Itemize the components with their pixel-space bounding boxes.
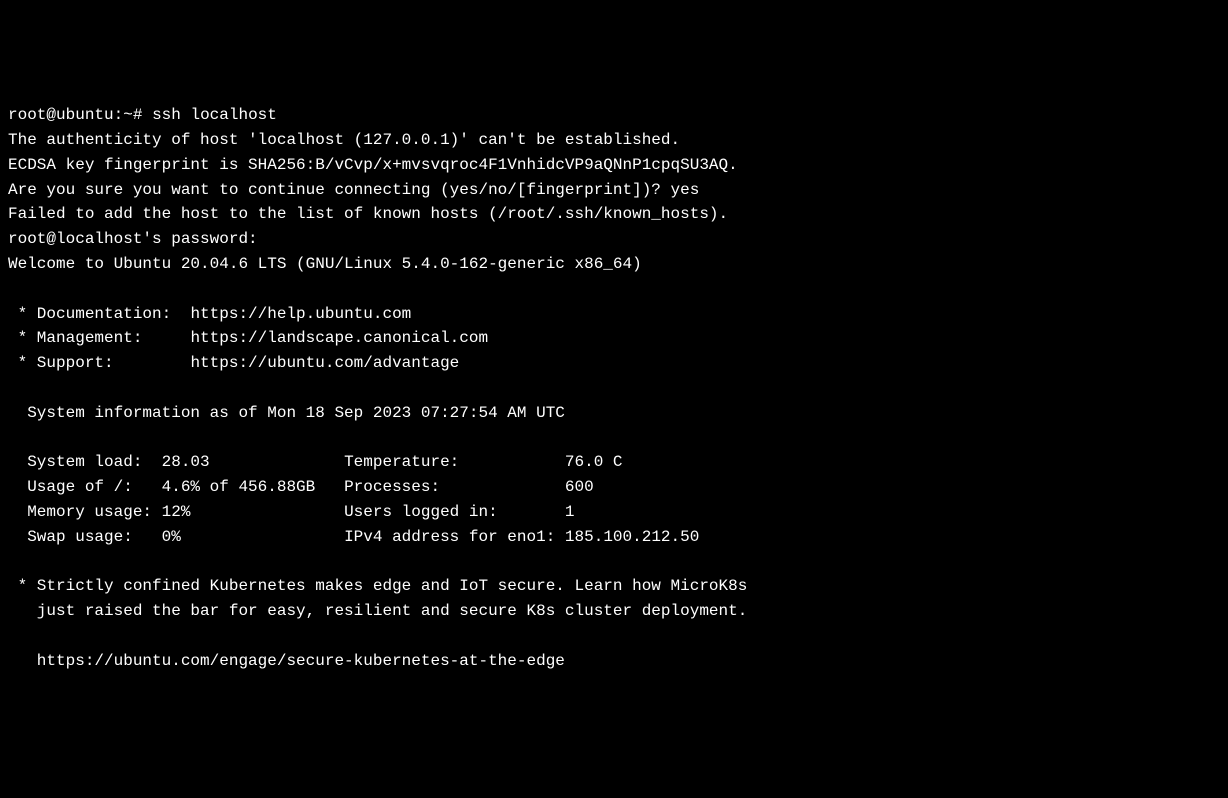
welcome-banner: Welcome to Ubuntu 20.04.6 LTS (GNU/Linux… xyxy=(8,255,642,273)
sysinfo-row: Swap usage: 0% IPv4 address for eno1: 18… xyxy=(8,528,699,546)
swap-usage-value: 0% xyxy=(162,528,344,546)
support-link: https://ubuntu.com/advantage xyxy=(190,354,459,372)
promo-link: https://ubuntu.com/engage/secure-kuberne… xyxy=(8,652,565,670)
system-load-value: 28.03 xyxy=(162,453,344,471)
ssh-failed-msg: Failed to add the host to the list of kn… xyxy=(8,205,728,223)
ssh-confirm-prompt: Are you sure you want to continue connec… xyxy=(8,181,671,199)
support-link-row: * Support: https://ubuntu.com/advantage xyxy=(8,354,459,372)
doc-link-row: * Documentation: https://help.ubuntu.com xyxy=(8,305,411,323)
disk-usage-value: 4.6% of 456.88GB xyxy=(162,478,344,496)
memory-usage-value: 12% xyxy=(162,503,344,521)
sysinfo-row: Usage of /: 4.6% of 456.88GB Processes: … xyxy=(8,478,594,496)
ssh-fingerprint: ECDSA key fingerprint is SHA256:B/vCvp/x… xyxy=(8,156,738,174)
mgmt-link: https://landscape.canonical.com xyxy=(190,329,488,347)
mgmt-link-row: * Management: https://landscape.canonica… xyxy=(8,329,488,347)
terminal[interactable]: root@ubuntu:~# ssh localhost The authent… xyxy=(8,103,1220,673)
users-logged-in-value: 1 xyxy=(565,503,575,521)
shell-prompt: root@ubuntu:~# xyxy=(8,106,152,124)
sysinfo-header: System information as of Mon 18 Sep 2023… xyxy=(8,404,565,422)
processes-value: 600 xyxy=(565,478,594,496)
ssh-confirm-answer[interactable]: yes xyxy=(671,181,700,199)
promo-msg: just raised the bar for easy, resilient … xyxy=(8,602,747,620)
temperature-value: 76.0 C xyxy=(565,453,623,471)
doc-link: https://help.ubuntu.com xyxy=(190,305,411,323)
ipv4-address-value: 185.100.212.50 xyxy=(565,528,699,546)
ssh-password-prompt[interactable]: root@localhost's password: xyxy=(8,230,258,248)
command-input[interactable]: ssh localhost xyxy=(152,106,277,124)
sysinfo-row: Memory usage: 12% Users logged in: 1 xyxy=(8,503,575,521)
promo-msg: * Strictly confined Kubernetes makes edg… xyxy=(8,577,747,595)
ssh-authenticity-msg: The authenticity of host 'localhost (127… xyxy=(8,131,680,149)
sysinfo-row: System load: 28.03 Temperature: 76.0 C xyxy=(8,453,623,471)
